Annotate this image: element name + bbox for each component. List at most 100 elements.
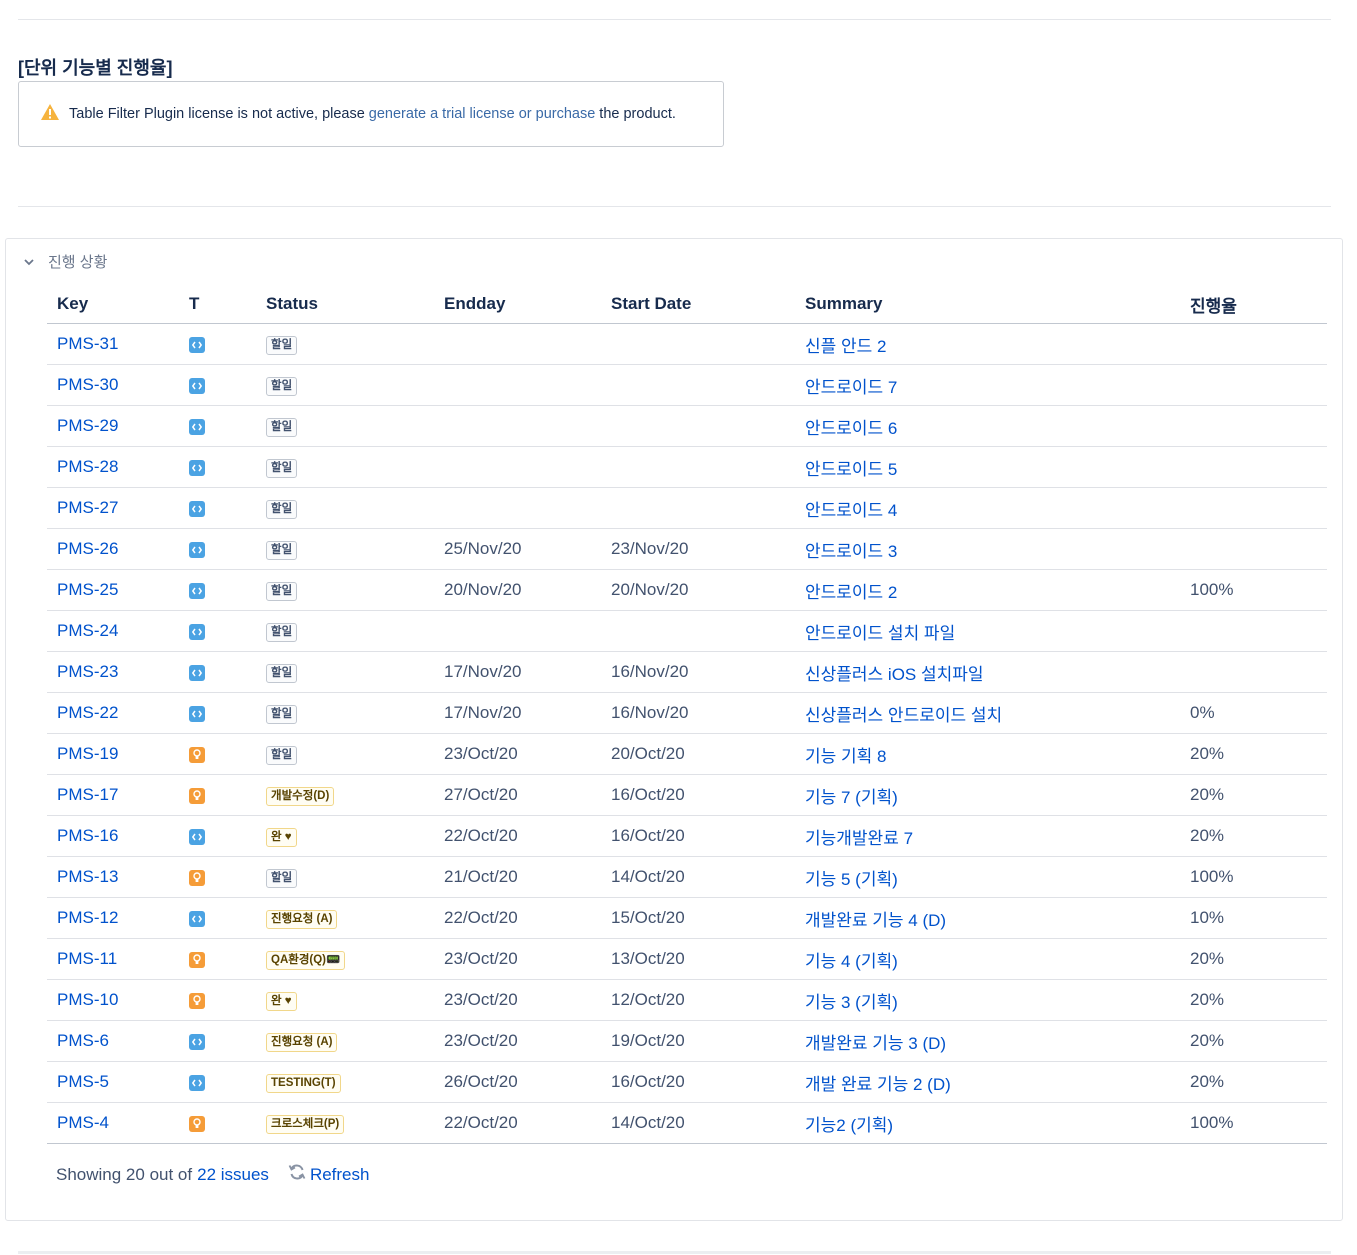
column-header-endday[interactable]: Endday <box>434 285 601 324</box>
status-badge: 진행요청 (A) <box>266 910 338 929</box>
table-row: PMS-4 크로스체크(P) 22/Oct/20 14/Oct/20 기능2 (기획) 1… <box>47 1102 1327 1144</box>
cell-summary: 기능 4 (기획) <box>795 938 1180 980</box>
license-link[interactable]: generate a trial license or purchase <box>369 106 596 122</box>
cell-start-date <box>601 446 795 488</box>
column-header-progress[interactable]: 진행율 <box>1180 285 1327 324</box>
summary-link[interactable]: 안드로이드 7 <box>805 378 897 397</box>
issue-key-link[interactable]: PMS-30 <box>57 375 118 394</box>
summary-link[interactable]: 기능 5 (기획) <box>805 870 898 889</box>
cell-type <box>179 1061 256 1103</box>
summary-link[interactable]: 기능 4 (기획) <box>805 952 898 971</box>
status-badge: 할일 <box>266 418 298 437</box>
cell-summary: 기능개발완료 7 <box>795 815 1180 857</box>
issue-key-link[interactable]: PMS-31 <box>57 334 118 353</box>
issue-key-link[interactable]: PMS-6 <box>57 1031 109 1050</box>
issue-key-link[interactable]: PMS-13 <box>57 867 118 886</box>
summary-link[interactable]: 안드로이드 4 <box>805 501 897 520</box>
cell-status: 할일 <box>256 364 434 406</box>
cell-type <box>179 815 256 857</box>
story-type-icon <box>189 1115 205 1132</box>
issue-key-link[interactable]: PMS-22 <box>57 703 118 722</box>
issue-key-link[interactable]: PMS-26 <box>57 539 118 558</box>
table-footer: Showing 20 out of 22 issues Refresh <box>56 1163 369 1186</box>
issue-key-link[interactable]: PMS-27 <box>57 498 118 517</box>
cell-progress <box>1180 364 1327 406</box>
task-type-icon <box>189 418 205 435</box>
refresh-label: Refresh <box>309 1164 370 1184</box>
summary-link[interactable]: 신플 안드 2 <box>805 337 886 356</box>
cell-summary: 기능 7 (기획) <box>795 774 1180 816</box>
status-badge: TESTING(T) <box>266 1074 341 1093</box>
cell-key: PMS-19 <box>47 733 179 775</box>
issue-key-link[interactable]: PMS-29 <box>57 416 118 435</box>
summary-link[interactable]: 신상플러스 안드로이드 설치 <box>805 706 1002 725</box>
issue-key-link[interactable]: PMS-17 <box>57 785 118 804</box>
column-header-key[interactable]: Key <box>47 285 179 324</box>
cell-start-date: 12/Oct/20 <box>601 979 795 1021</box>
cell-progress <box>1180 487 1327 529</box>
summary-link[interactable]: 기능개발완료 7 <box>805 829 913 848</box>
summary-link[interactable]: 개발완료 기능 4 (D) <box>805 911 946 930</box>
cell-key: PMS-16 <box>47 815 179 857</box>
story-type-icon <box>189 869 205 886</box>
cell-progress: 20% <box>1180 774 1327 816</box>
expand-toggle[interactable]: 진행 상황 <box>24 251 107 272</box>
cell-key: PMS-13 <box>47 856 179 898</box>
column-header-start-date[interactable]: Start Date <box>601 285 795 324</box>
story-type-icon <box>189 951 205 968</box>
issue-key-link[interactable]: PMS-12 <box>57 908 118 927</box>
summary-link[interactable]: 안드로이드 5 <box>805 460 897 479</box>
issue-key-link[interactable]: PMS-10 <box>57 990 118 1009</box>
summary-link[interactable]: 신상플러스 iOS 설치파일 <box>805 665 984 684</box>
issue-key-link[interactable]: PMS-24 <box>57 621 118 640</box>
summary-link[interactable]: 기능 7 (기획) <box>805 788 898 807</box>
cell-endday <box>434 610 601 652</box>
column-header-type[interactable]: T <box>179 285 256 324</box>
cell-summary: 안드로이드 2 <box>795 569 1180 611</box>
cell-start-date <box>601 323 795 365</box>
summary-link[interactable]: 안드로이드 6 <box>805 419 897 438</box>
column-header-summary[interactable]: Summary <box>795 285 1180 324</box>
cell-type <box>179 405 256 447</box>
cell-summary: 개발완료 기능 4 (D) <box>795 897 1180 939</box>
issue-key-link[interactable]: PMS-4 <box>57 1113 109 1132</box>
status-badge: 할일 <box>266 869 298 888</box>
summary-link[interactable]: 기능2 (기획) <box>805 1116 893 1135</box>
column-header-status[interactable]: Status <box>256 285 434 324</box>
issue-key-link[interactable]: PMS-16 <box>57 826 118 845</box>
issues-count-link[interactable]: 22 issues <box>197 1165 269 1185</box>
panel-title: 진행 상황 <box>48 254 108 271</box>
cell-progress: 0% <box>1180 692 1327 734</box>
issue-key-link[interactable]: PMS-19 <box>57 744 118 763</box>
issue-key-link[interactable]: PMS-5 <box>57 1072 109 1091</box>
cell-endday: 17/Nov/20 <box>434 651 601 693</box>
cell-status: 할일 <box>256 856 434 898</box>
summary-link[interactable]: 기능 3 (기획) <box>805 993 898 1012</box>
cell-progress <box>1180 323 1327 365</box>
progress-panel: 진행 상황 Key T Status Endday Start Date Summary 진… <box>5 238 1343 1221</box>
summary-link[interactable]: 개발완료 기능 3 (D) <box>805 1034 946 1053</box>
task-type-icon <box>189 828 205 845</box>
summary-link[interactable]: 안드로이드 2 <box>805 583 897 602</box>
status-badge: 할일 <box>266 459 298 478</box>
issue-key-link[interactable]: PMS-28 <box>57 457 118 476</box>
cell-status: QA환경(Q)📟 <box>256 938 434 980</box>
table-row: PMS-27 할일 안드로이드 4 <box>47 487 1327 529</box>
summary-link[interactable]: 안드로이드 3 <box>805 542 897 561</box>
summary-link[interactable]: 안드로이드 설치 파일 <box>805 624 955 643</box>
summary-link[interactable]: 기능 기획 8 <box>805 747 886 766</box>
cell-type <box>179 692 256 734</box>
summary-link[interactable]: 개발 완료 기능 2 (D) <box>805 1075 951 1094</box>
issue-key-link[interactable]: PMS-25 <box>57 580 118 599</box>
issue-key-link[interactable]: PMS-11 <box>57 949 117 968</box>
cell-type <box>179 446 256 488</box>
table-row: PMS-26 할일 25/Nov/20 23/Nov/20 안드로이드 3 <box>47 528 1327 570</box>
cell-status: 완 ♥ <box>256 979 434 1021</box>
issue-key-link[interactable]: PMS-23 <box>57 662 118 681</box>
task-type-icon <box>189 623 205 640</box>
cell-summary: 기능2 (기획) <box>795 1102 1180 1144</box>
cell-key: PMS-24 <box>47 610 179 652</box>
cell-summary: 개발완료 기능 3 (D) <box>795 1020 1180 1062</box>
cell-key: PMS-29 <box>47 405 179 447</box>
refresh-button[interactable]: Refresh <box>288 1163 370 1186</box>
